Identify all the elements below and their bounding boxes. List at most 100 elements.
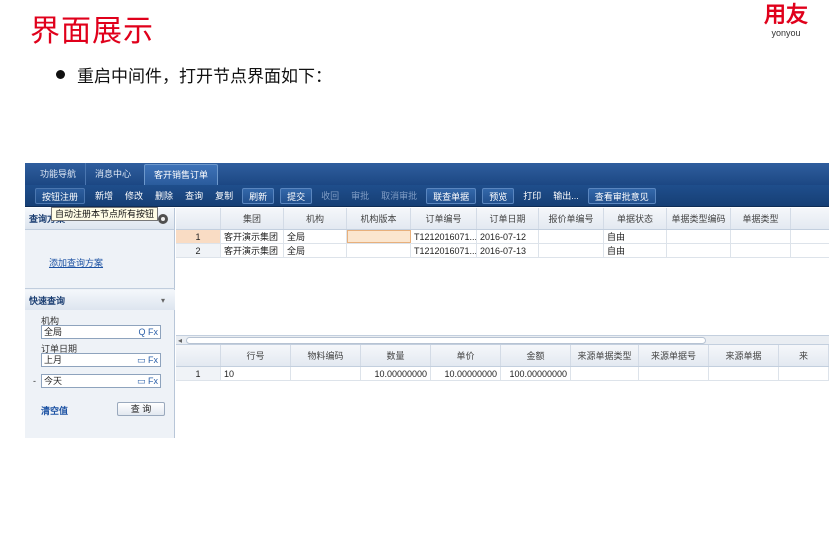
cell-bill-type[interactable] [731, 244, 791, 257]
col-material-code[interactable]: 物料编码 [291, 345, 361, 366]
cell-unit-price[interactable]: 10.00000000 [431, 367, 501, 380]
cell-org-version[interactable] [347, 244, 411, 257]
col-bill-type-code[interactable]: 单据类型编码 [667, 208, 731, 229]
col-quote-number[interactable]: 报价单编号 [539, 208, 604, 229]
tab-message-center[interactable]: 消息中心 [86, 163, 140, 185]
preview-button[interactable]: 预览 [482, 187, 515, 204]
cell-quote-number[interactable] [539, 230, 604, 243]
body-grid: 行号 物料编码 数量 单价 金额 来源单据类型 来源单据号 来源单据 来 1 1… [176, 345, 829, 381]
date-from-field[interactable]: 上月 ▭ Fx [41, 353, 161, 367]
table-row[interactable]: 1 客开演示集团 全局 T1212016071... 2016-07-12 自由 [176, 230, 829, 244]
col-amount[interactable]: 金额 [501, 345, 571, 366]
col-unit-price[interactable]: 单价 [431, 345, 501, 366]
col-source-bill-number[interactable]: 来源单据号 [639, 345, 709, 366]
date-to-field[interactable]: 今天 ▭ Fx [41, 374, 161, 388]
register-button[interactable]: 按钮注册 [35, 187, 86, 204]
view-approval-button[interactable]: 查看审批意见 [587, 187, 656, 204]
logo-sub-text: yonyou [771, 28, 801, 38]
col-org-version[interactable]: 机构版本 [347, 208, 411, 229]
edit-button[interactable]: 修改 [119, 188, 149, 204]
approve-button[interactable]: 审批 [345, 188, 375, 204]
yonyou-logo: 用友 yonyou [757, 4, 815, 39]
cell-bill-type-code[interactable] [667, 244, 731, 257]
col-source-truncated[interactable]: 来 [779, 345, 829, 366]
col-group[interactable]: 集团 [221, 208, 284, 229]
calendar-fx-icon[interactable]: ▭ Fx [137, 375, 158, 387]
col-order-number[interactable]: 订单编号 [411, 208, 477, 229]
bullet-dot-icon [56, 70, 65, 79]
cell-bill-status[interactable]: 自由 [604, 230, 667, 243]
cell-group[interactable]: 客开演示集团 [221, 244, 284, 257]
horizontal-scrollbar[interactable]: ◂ [176, 335, 829, 345]
scrollbar-thumb[interactable] [186, 337, 706, 344]
body-grid-columns: 行号 物料编码 数量 单价 金额 来源单据类型 来源单据号 来源单据 来 [176, 345, 829, 367]
collapse-circle-icon[interactable] [158, 213, 168, 224]
org-value: 全局 [44, 327, 63, 337]
col-order-date[interactable]: 订单日期 [477, 208, 539, 229]
table-row[interactable]: 1 10 10.00000000 10.00000000 100.0000000… [176, 367, 829, 381]
output-button[interactable]: 输出... [547, 188, 585, 204]
cell-bill-type[interactable] [731, 230, 791, 243]
cell-order-number[interactable]: T1212016071... [411, 230, 477, 243]
header-grid: 集团 机构 机构版本 订单编号 订单日期 报价单编号 单据状态 单据类型编码 单… [176, 208, 829, 258]
cell-source-bill-type[interactable] [571, 367, 639, 380]
print-button[interactable]: 打印 [517, 188, 547, 204]
cell-org[interactable]: 全局 [284, 230, 347, 243]
cell-source-bill-number[interactable] [639, 367, 709, 380]
recall-button[interactable]: 收回 [315, 188, 345, 204]
search-fx-icon[interactable]: Q Fx [139, 326, 159, 338]
col-bill-status[interactable]: 单据状态 [604, 208, 667, 229]
delete-button[interactable]: 删除 [149, 188, 179, 204]
col-org[interactable]: 机构 [284, 208, 347, 229]
cell-material-code[interactable] [291, 367, 361, 380]
tab-sales-order[interactable]: 客开销售订单 [144, 164, 219, 185]
org-field[interactable]: 全局 Q Fx [41, 325, 161, 339]
col-bill-type[interactable]: 单据类型 [731, 208, 791, 229]
scroll-left-icon[interactable]: ◂ [178, 336, 182, 345]
chevron-down-icon[interactable]: ▾ [161, 296, 165, 305]
col-line-number[interactable]: 行号 [221, 345, 291, 366]
submit-button[interactable]: 提交 [280, 187, 313, 204]
cancel-approve-button[interactable]: 取消审批 [375, 188, 423, 204]
linked-query-button[interactable]: 联查单据 [426, 187, 477, 204]
add-query-scheme-link[interactable]: 添加查询方案 [49, 256, 103, 269]
col-rownum [176, 345, 221, 366]
cell-source-bill[interactable] [709, 367, 779, 380]
table-row[interactable]: 2 客开演示集团 全局 T1212016071... 2016-07-13 自由 [176, 244, 829, 258]
bullet-text: 重启中间件，打开节点界面如下： [56, 62, 332, 87]
cell-quote-number[interactable] [539, 244, 604, 257]
copy-button[interactable]: 复制 [209, 188, 239, 204]
clear-values-link[interactable]: 清空值 [41, 404, 68, 417]
refresh-button[interactable]: 刷新 [242, 187, 275, 204]
col-source-bill-type[interactable]: 来源单据类型 [571, 345, 639, 366]
query-button[interactable]: 查询 [179, 188, 209, 204]
panel-divider [25, 288, 175, 289]
cell-order-number[interactable]: T1212016071... [411, 244, 477, 257]
cell-org[interactable]: 全局 [284, 244, 347, 257]
row-number: 1 [176, 230, 221, 243]
calendar-fx-icon[interactable]: ▭ Fx [137, 354, 158, 366]
cell-group[interactable]: 客开演示集团 [221, 230, 284, 243]
cell-order-date[interactable]: 2016-07-12 [477, 230, 539, 243]
cell-source-truncated[interactable] [779, 367, 829, 380]
quick-query-button[interactable]: 查 询 [117, 402, 165, 416]
bullet-label: 重启中间件，打开节点界面如下： [77, 67, 332, 87]
add-button[interactable]: 新增 [89, 188, 119, 204]
tab-function-nav[interactable]: 功能导航 [31, 163, 87, 185]
cell-line-number[interactable]: 10 [221, 367, 291, 380]
quick-query-header[interactable]: 快速查询 ▾ [25, 290, 175, 310]
quick-query-title: 快速查询 [29, 295, 66, 306]
cell-org-version[interactable] [347, 230, 411, 243]
cell-order-date[interactable]: 2016-07-13 [477, 244, 539, 257]
cell-quantity[interactable]: 10.00000000 [361, 367, 431, 380]
cell-bill-type-code[interactable] [667, 230, 731, 243]
col-quantity[interactable]: 数量 [361, 345, 431, 366]
slide-title: 界面展示 [30, 14, 154, 49]
register-tooltip: 自动注册本节点所有按钮 [51, 207, 159, 221]
date-range-dash: - [33, 376, 36, 386]
header-grid-columns: 集团 机构 机构版本 订单编号 订单日期 报价单编号 单据状态 单据类型编码 单… [176, 208, 829, 230]
cell-bill-status[interactable]: 自由 [604, 244, 667, 257]
cell-amount[interactable]: 100.00000000 [501, 367, 571, 380]
date-from-value: 上月 [44, 355, 63, 365]
col-source-bill[interactable]: 来源单据 [709, 345, 779, 366]
